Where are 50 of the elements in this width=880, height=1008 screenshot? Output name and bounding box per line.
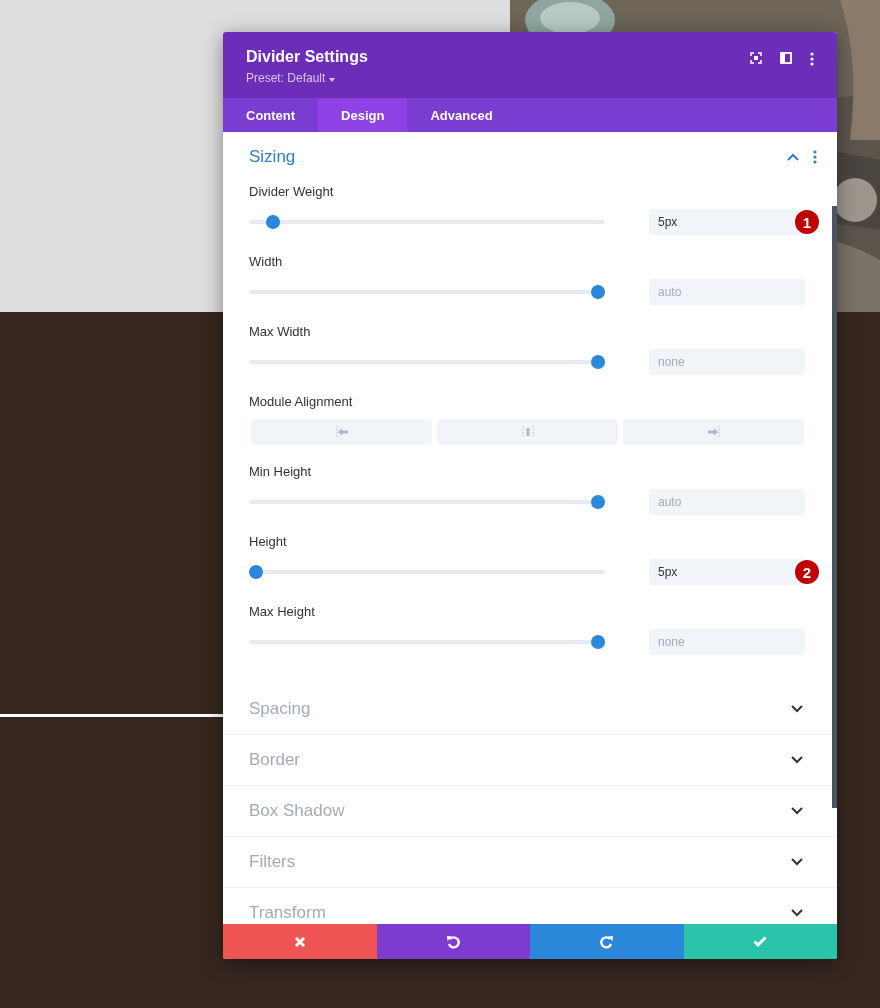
setting-label: Min Height (249, 464, 312, 479)
tab[interactable]: Advanced (407, 98, 516, 132)
align-center-icon (520, 425, 535, 439)
setting-label: Height (249, 534, 287, 549)
setting-label: Divider Weight (249, 184, 334, 199)
more-icon[interactable] (813, 150, 817, 164)
redo-icon (599, 934, 614, 949)
value-field[interactable]: auto (649, 489, 805, 515)
chevron-up-icon[interactable] (787, 153, 799, 161)
preset-dropdown[interactable]: Preset: Default (246, 71, 335, 85)
caret-icon (328, 78, 335, 82)
chevron-down-icon[interactable] (791, 807, 803, 815)
slider-thumb[interactable] (591, 355, 605, 369)
setting-label: Max Width (249, 324, 311, 339)
chevron-down-icon[interactable] (791, 858, 803, 866)
align-left-icon (334, 425, 349, 439)
slider[interactable] (249, 495, 605, 509)
slider-thumb[interactable] (266, 215, 281, 229)
value-field[interactable]: none (649, 629, 805, 655)
slider[interactable] (249, 285, 605, 299)
value-field[interactable]: none (649, 349, 805, 375)
more-icon[interactable] (810, 52, 814, 66)
setting-label: Module Alignment (249, 394, 353, 409)
slider[interactable] (249, 565, 605, 579)
sidebar-layout-icon[interactable] (780, 52, 792, 64)
value-field[interactable]: auto (649, 279, 805, 305)
modal-title: Divider Settings (246, 48, 369, 66)
slider[interactable] (249, 215, 605, 229)
chevron-down-icon[interactable] (791, 909, 803, 917)
setting-label: Max Height (249, 604, 315, 619)
setting-label: Width (249, 254, 283, 269)
scrollbar[interactable] (832, 206, 837, 808)
slider-thumb[interactable] (591, 495, 605, 509)
tab[interactable]: Content (223, 98, 319, 132)
chevron-down-icon[interactable] (791, 756, 803, 764)
fullscreen-icon[interactable] (750, 52, 762, 64)
number-badge: 2 (795, 560, 819, 584)
slider[interactable] (249, 355, 605, 369)
chevron-down-icon[interactable] (791, 705, 803, 713)
slider-thumb[interactable] (591, 285, 605, 299)
align-right-icon (706, 425, 721, 439)
slider-thumb[interactable] (591, 635, 605, 649)
slider[interactable] (249, 635, 605, 649)
undo-icon (446, 934, 461, 949)
number-badge: 1 (795, 210, 819, 234)
close-icon (293, 935, 306, 948)
section-title[interactable]: Sizing (249, 147, 787, 167)
tab[interactable]: Design (318, 98, 408, 132)
slider-thumb[interactable] (249, 565, 263, 579)
check-icon (753, 936, 768, 947)
